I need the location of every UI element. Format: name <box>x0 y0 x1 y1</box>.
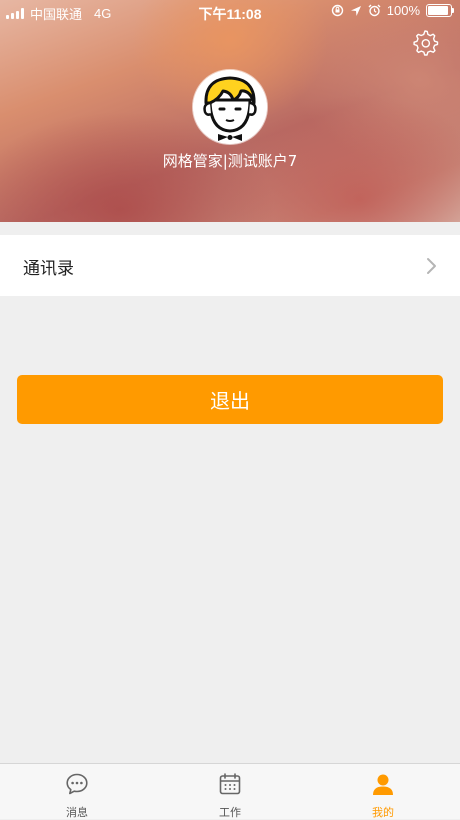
tab-messages[interactable]: 消息 <box>37 764 117 819</box>
tab-work[interactable]: 工作 <box>190 764 270 819</box>
alarm-icon <box>368 4 381 17</box>
gear-icon[interactable] <box>410 28 440 58</box>
contacts-menu-item[interactable]: 通讯录 <box>0 235 460 296</box>
calendar-icon <box>219 773 241 795</box>
logout-button[interactable]: 退出 <box>17 375 443 424</box>
tab-bar: 消息 工作 我的 <box>0 763 460 819</box>
cartoon-avatar-icon <box>193 70 267 144</box>
profile-header: 中国联通 4G 下午11:08 100% 网格管家|测试账户7 <box>0 0 460 222</box>
status-bar: 中国联通 4G 下午11:08 100% <box>0 0 460 24</box>
tab-mine[interactable]: 我的 <box>343 764 423 819</box>
avatar[interactable] <box>193 70 267 144</box>
contacts-label: 通讯录 <box>23 259 74 279</box>
username-label: 网格管家|测试账户7 <box>162 152 298 170</box>
person-icon <box>373 774 393 795</box>
battery-percent: 100% <box>386 3 420 18</box>
chevron-right-icon <box>427 258 436 274</box>
chat-bubble-icon <box>66 773 88 795</box>
rotation-lock-icon <box>331 4 343 17</box>
battery-icon <box>426 4 454 17</box>
status-bar-right: 100% <box>331 3 454 18</box>
battery-fill <box>428 6 448 15</box>
location-arrow-icon <box>350 5 361 16</box>
